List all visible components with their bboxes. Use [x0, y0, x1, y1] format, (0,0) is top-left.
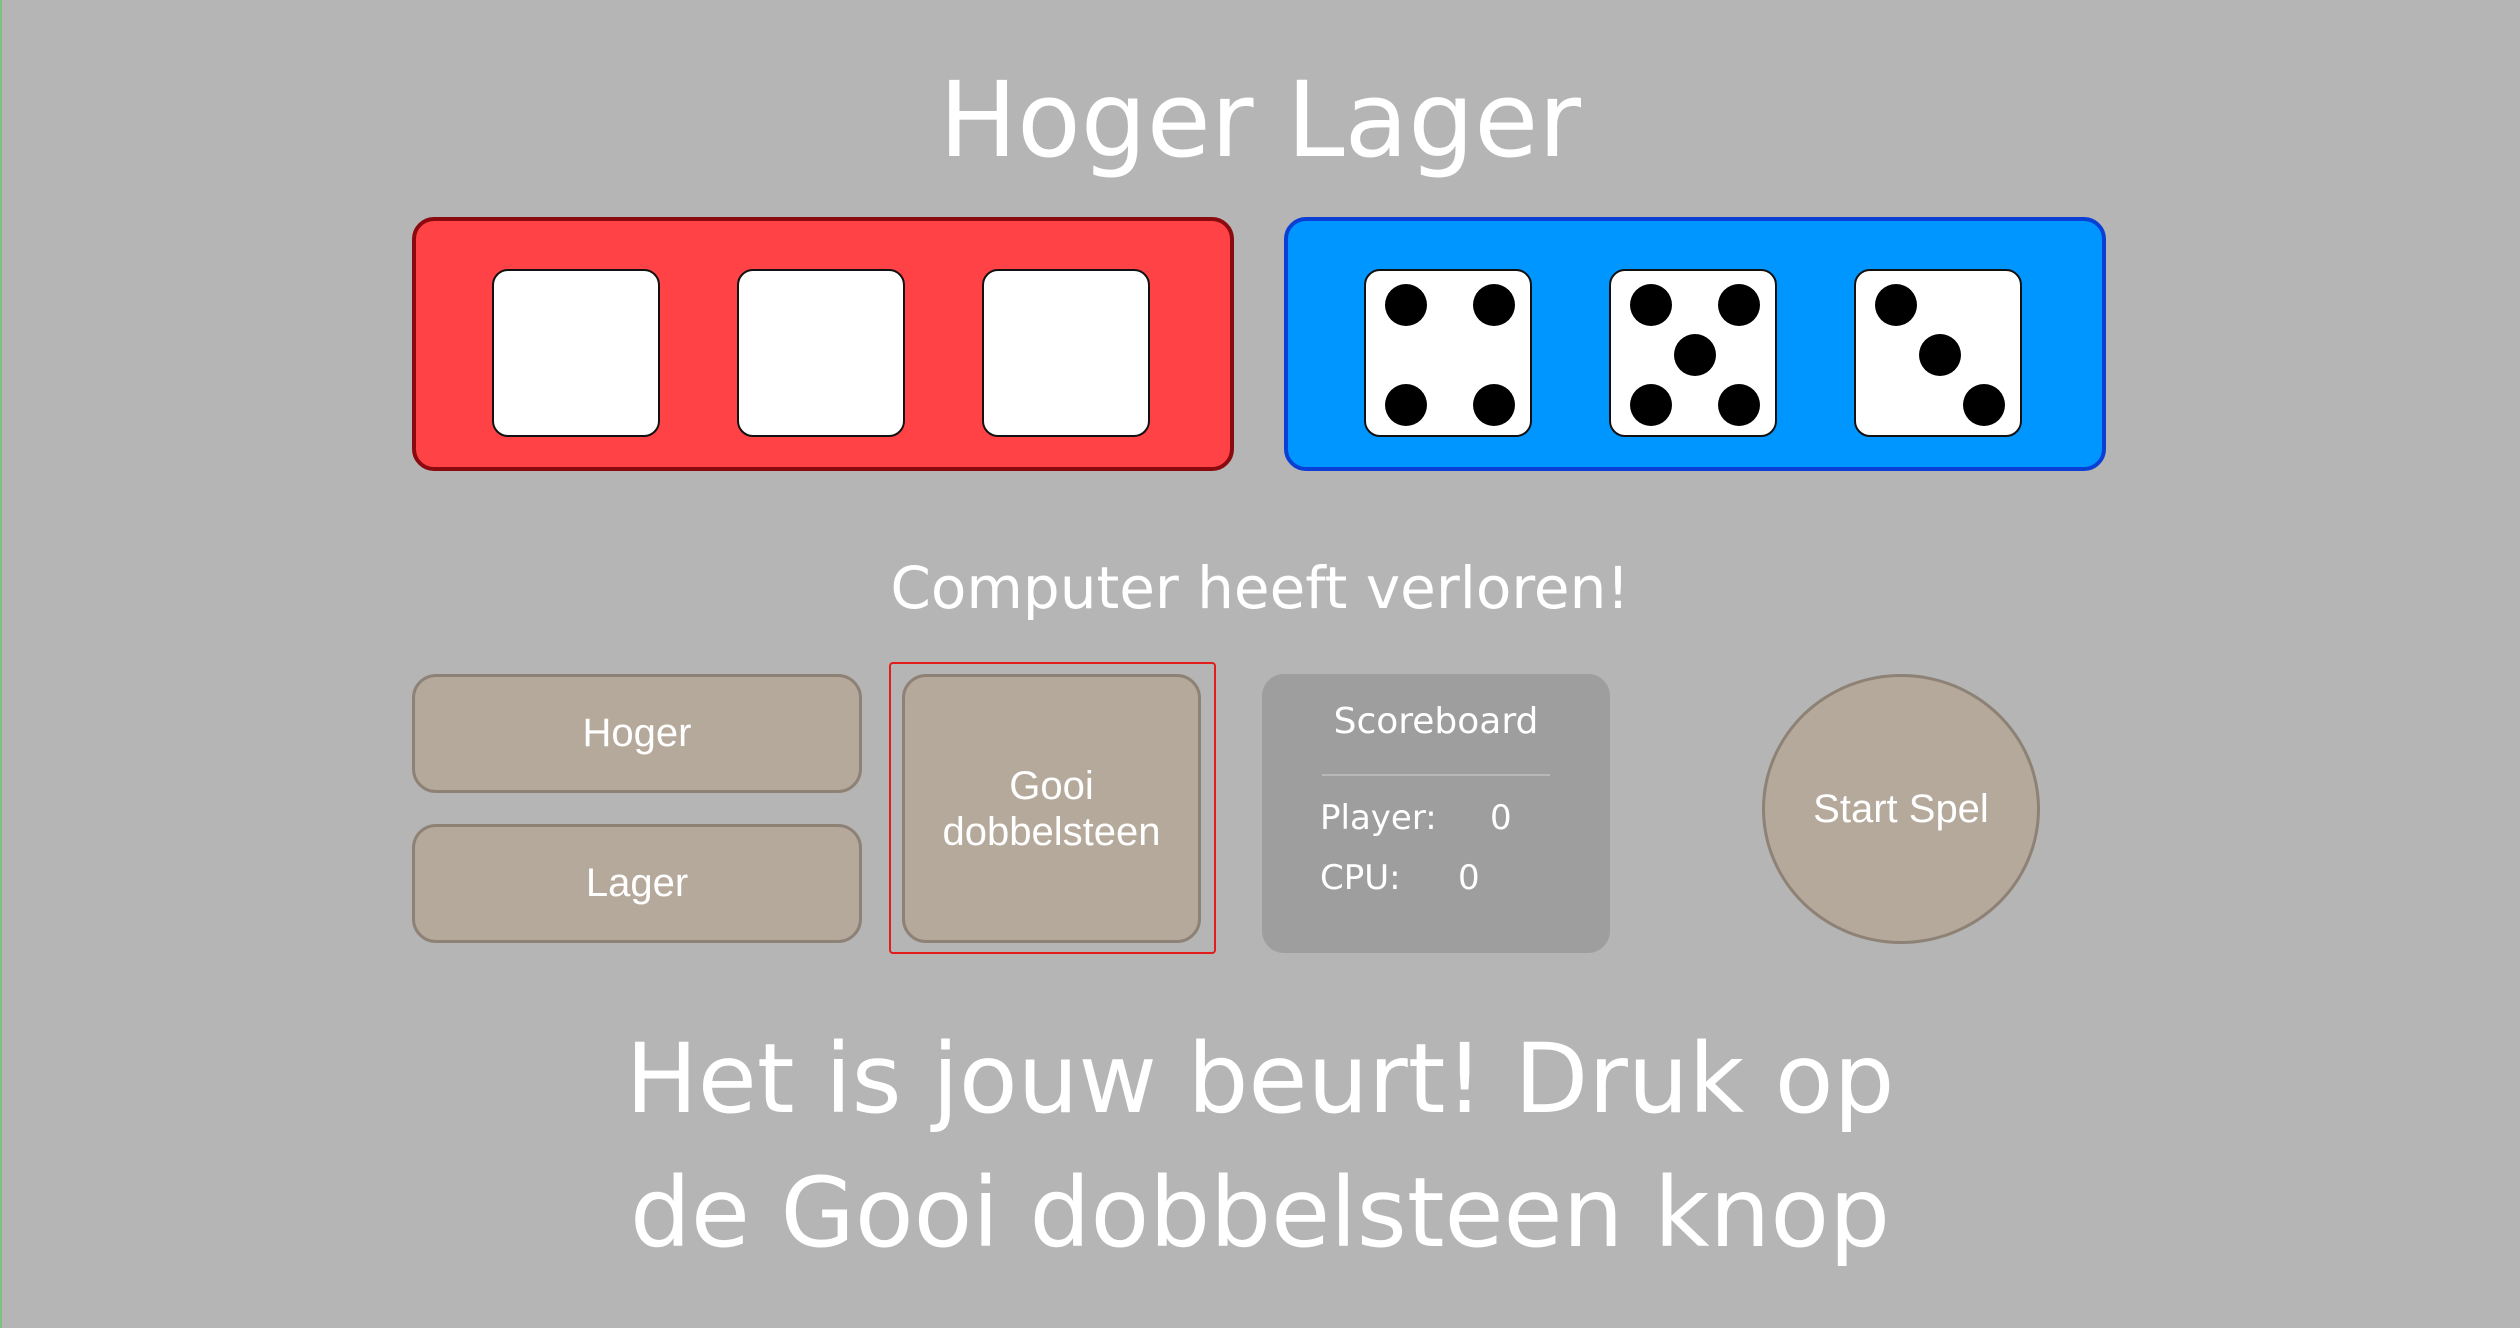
die-pip	[1963, 384, 2005, 426]
die-pip	[1630, 284, 1672, 326]
scoreboard-divider	[1322, 774, 1550, 776]
instruction-line-2: de Gooi dobbelsteen knop	[629, 1157, 1891, 1269]
player-die-1	[492, 269, 660, 437]
cpu-score-value: 0	[1458, 858, 1480, 898]
die-pip	[1875, 284, 1917, 326]
scoreboard-title: Scoreboard	[1333, 701, 1539, 742]
die-pip	[1674, 334, 1716, 376]
scoreboard: Scoreboard Player: 0 CPU: 0	[1262, 674, 1610, 953]
game-title: Hoger Lager	[938, 59, 1582, 181]
roll-dice-label: Gooi dobbelsteen	[942, 763, 1161, 854]
player-score-label: Player:	[1320, 798, 1437, 838]
player-score-value: 0	[1490, 798, 1512, 838]
die-pip	[1919, 334, 1961, 376]
start-game-button[interactable]: Start Spel	[1762, 674, 2040, 944]
die-pip	[1718, 284, 1760, 326]
die-pip	[1718, 384, 1760, 426]
die-pip	[1473, 284, 1515, 326]
cpu-dice-panel	[1284, 217, 2106, 471]
die-pip	[1385, 384, 1427, 426]
cpu-die-3	[1854, 269, 2022, 437]
player-die-3	[982, 269, 1150, 437]
cpu-die-1	[1364, 269, 1532, 437]
lager-button[interactable]: Lager	[412, 824, 862, 943]
cpu-score-label: CPU:	[1320, 858, 1401, 898]
result-message: Computer heeft verloren!	[890, 554, 1630, 622]
die-pip	[1630, 384, 1672, 426]
hoger-button[interactable]: Hoger	[412, 674, 862, 793]
turn-instruction: Het is jouw beurt! Druk op de Gooi dobbe…	[0, 1012, 2520, 1280]
player-dice-panel	[412, 217, 1234, 471]
die-pip	[1473, 384, 1515, 426]
roll-dice-button[interactable]: Gooi dobbelsteen	[902, 674, 1201, 943]
die-pip	[1385, 284, 1427, 326]
instruction-line-1: Het is jouw beurt! Druk op	[625, 1023, 1895, 1135]
cpu-die-2	[1609, 269, 1777, 437]
player-die-2	[737, 269, 905, 437]
